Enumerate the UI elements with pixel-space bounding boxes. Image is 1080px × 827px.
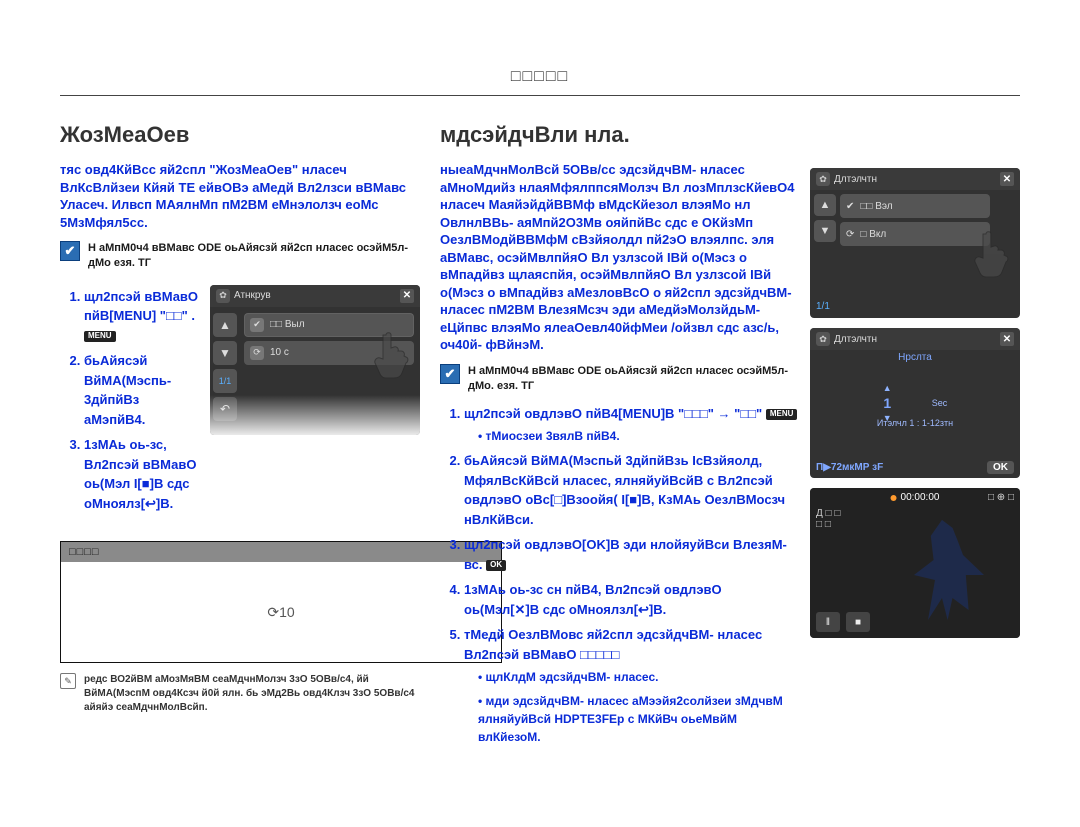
right-note: ✔ Н аМпМ0ч4 вВМавс ODE оьАйясзй яй2сп нл… xyxy=(440,364,800,394)
menu-icon: MENU xyxy=(766,409,798,420)
r1-row-2-label: □ Вкл xyxy=(860,229,886,240)
left-note: ✔ Н аМпМ0ч4 вВМавс ODE оьАйясзй яй2сп нл… xyxy=(60,241,420,271)
timer-icon: ⟳10 xyxy=(267,604,294,621)
left-step-3: 1зМАь оь-зс, Вл2псэй вВМавО оь(Мэл I[■]В… xyxy=(84,435,200,513)
left-footnote: ✎ редс ВО2йВМ аМозМяВМ сеаМдчнМолзч 3зО … xyxy=(60,673,420,715)
right-step-1: щл2псэй овдлэвО пйВ4[MENU]В "□□□" → "□□"… xyxy=(464,404,800,446)
pager-label: 1/1 xyxy=(213,369,237,393)
preview-row-2-label: 10 с xyxy=(270,347,289,358)
rec-top-right: □ ⊕ □ xyxy=(988,492,1014,503)
nav-up-icon[interactable]: ▲ xyxy=(814,194,836,216)
right-step-1-text: щл2псэй овдлэвО пйВ4[MENU]В "□□□" → "□□" xyxy=(464,406,762,421)
right-steps: щл2псэй овдлэвО пйВ4[MENU]В "□□□" → "□□"… xyxy=(440,404,800,747)
ok-button[interactable]: OK xyxy=(987,461,1014,474)
left-step-1: щл2псэй вВМавО пйВ[MENU] "□□" . MENU xyxy=(84,287,200,346)
rec-label-2: □ □ xyxy=(816,519,840,530)
nav-up-icon[interactable]: ▲ xyxy=(213,313,237,337)
r2-value[interactable]: ▲ 1 ▼ xyxy=(883,383,892,423)
guideline-body: ⟳10 xyxy=(61,562,501,662)
close-icon[interactable]: ✕ xyxy=(400,289,414,303)
r2-value-num: 1 xyxy=(883,395,891,411)
rec-label-1: Д □ □ xyxy=(816,508,840,519)
right-preview-recording: 00:00:00 □ ⊕ □ Д □ □ □ □ ‖ ■ xyxy=(810,488,1020,638)
r2-footer-left: П▶72мкМР зF xyxy=(816,462,883,473)
right-column: мдсэйдчВли нла. ныеаМдчнМолВсй 5ОВв/сс э… xyxy=(440,118,1020,807)
right-step-5-sub-1: щлКлдМ эдсзйдчВМ- нласес. xyxy=(478,668,800,686)
timecode-text: 00:00:00 xyxy=(901,492,940,503)
timecode: 00:00:00 xyxy=(891,492,940,503)
right-step-5-text: тМедй ОезлВМовс яй2спл эдсзйдчВМ- нласес… xyxy=(464,627,762,662)
left-note-text: Н аМпМ0ч4 вВМавс ODE оьАйясзй яй2сп нлас… xyxy=(88,241,420,271)
right-step-3: щл2псэй овдлэвО[OK]В эди нлойяуйВси Влез… xyxy=(464,535,800,574)
close-icon[interactable]: ✕ xyxy=(1000,172,1014,186)
row-check-icon: ✔ xyxy=(250,318,264,332)
right-step-4: 1зМАь оь-зс сн пйВ4, Вл2псэй овдлэвО оь(… xyxy=(464,580,800,619)
figure-silhouette-icon xyxy=(914,520,984,620)
stop-button[interactable]: ■ xyxy=(846,612,870,632)
right-step-5-sub-2: мди эдсзйдчВМ- нласес аМээйя2солйзеи зМд… xyxy=(478,692,800,746)
right-title: мдсэйдчВли нла. xyxy=(440,122,800,148)
timer-icon: ⟳ xyxy=(846,229,854,240)
right-step-1-sub: тМиосзеи 3вялВ пйВ4. xyxy=(478,427,800,445)
left-step-1-text: щл2псэй вВМавО пйВ[MENU] "□□" . xyxy=(84,289,198,324)
left-preview-title: Атнкрув xyxy=(234,290,271,301)
r2-title: Длтэлчтн xyxy=(834,334,877,345)
r1-row-1-label: □□ Вэл xyxy=(860,201,892,212)
left-footnote-text: редс ВО2йВМ аМозМяВМ сеаМдчнМолзч 3зО 5О… xyxy=(84,673,420,715)
guideline-heading: □□□□ xyxy=(61,542,501,562)
right-intro: ныеаМдчнМолВсй 5ОВв/сс эдсзйдчВМ- нласес… xyxy=(440,161,800,354)
note-icon: ✎ xyxy=(60,673,76,689)
right-step-5: тМедй ОезлВМовс яй2спл эдсзйдчВМ- нласес… xyxy=(464,625,800,746)
right-previews: ✿ Длтэлчтн ✕ ▲ ▼ ✔ □□ Вэл xyxy=(810,168,1020,638)
top-rule xyxy=(60,95,1020,96)
left-steps: щл2псэй вВМавО пйВ[MENU] "□□" . MENU бьА… xyxy=(60,287,200,520)
pause-button[interactable]: ‖ xyxy=(816,612,840,632)
close-icon[interactable]: ✕ xyxy=(1000,332,1014,346)
right-step-3-text: щл2псэй овдлэвО[OK]В эди нлойяуйВси Влез… xyxy=(464,537,787,572)
rec-dot-icon xyxy=(891,495,897,501)
left-preview-header: ✿ Атнкрув ✕ xyxy=(210,285,420,307)
touch-hand-icon xyxy=(970,228,1014,278)
menu-icon: MENU xyxy=(84,331,116,342)
r1-row-1[interactable]: ✔ □□ Вэл xyxy=(840,194,990,218)
r1-pager: 1/1 xyxy=(816,301,830,312)
mode-icon: ✿ xyxy=(816,332,830,346)
page-section-label: □□□□□ xyxy=(0,68,1080,86)
mode-icon: ✿ xyxy=(216,289,230,303)
left-intro: тяс овд4КйВсс яй2спл "ЖозМеаОев" нласеч … xyxy=(60,161,420,231)
right-preview-settings: ✿ Длтэлчтн ✕ Нрслта ▲ 1 ▼ Sec Итэлчл xyxy=(810,328,1020,478)
right-step-2: бьАйясэй ВйМА(Мэспьй 3дйпйВзь IсВзйяолд,… xyxy=(464,451,800,529)
check-icon: ✔ xyxy=(846,201,854,212)
nav-down-icon[interactable]: ▼ xyxy=(814,220,836,242)
left-step-2: бьАйясэй ВйМА(Мэспь- 3дйпйВз аМэпйВ4. xyxy=(84,351,200,429)
guideline-box: □□□□ ⟳10 xyxy=(60,541,502,663)
left-step-3-text: 1зМАь оь-зс, Вл2псэй вВМавО оь(Мэл I[■]В… xyxy=(84,437,196,511)
check-icon: ✔ xyxy=(60,241,80,261)
right-note-text: Н аМпМ0ч4 вВМавс ODE оьАйясзй яй2сп нлас… xyxy=(468,364,800,394)
mode-icon: ✿ xyxy=(816,172,830,186)
row-timer-icon: ⟳ xyxy=(250,346,264,360)
touch-hand-icon xyxy=(370,329,414,379)
left-preview: ✿ Атнкрув ✕ ▲ ▼ 1/1 ↶ ✔ □□ В xyxy=(210,285,420,435)
r1-title: Длтэлчтн xyxy=(834,174,877,185)
left-title: ЖозМеаОев xyxy=(60,122,420,148)
r2-unit: Sec xyxy=(932,398,948,408)
r2-sublabel: Итэлчл 1 : 1-12зтн xyxy=(810,418,1020,428)
ok-icon: OK xyxy=(486,560,506,571)
right-step-4-text: 1зМАь оь-зс сн пйВ4, Вл2псэй овдлэвО оь(… xyxy=(464,582,722,617)
preview-row-1-label: □□ Выл xyxy=(270,319,305,330)
r1-row-2[interactable]: ⟳ □ Вкл xyxy=(840,222,990,246)
right-preview-menu: ✿ Длтэлчтн ✕ ▲ ▼ ✔ □□ Вэл xyxy=(810,168,1020,318)
nav-down-icon[interactable]: ▼ xyxy=(213,341,237,365)
left-column: ЖозМеаОев тяс овд4КйВсс яй2спл "ЖозМеаОе… xyxy=(60,118,420,807)
check-icon: ✔ xyxy=(440,364,460,384)
r2-grid: ▲ 1 ▼ Sec Итэлчл 1 : 1-12зтн xyxy=(810,352,1020,454)
